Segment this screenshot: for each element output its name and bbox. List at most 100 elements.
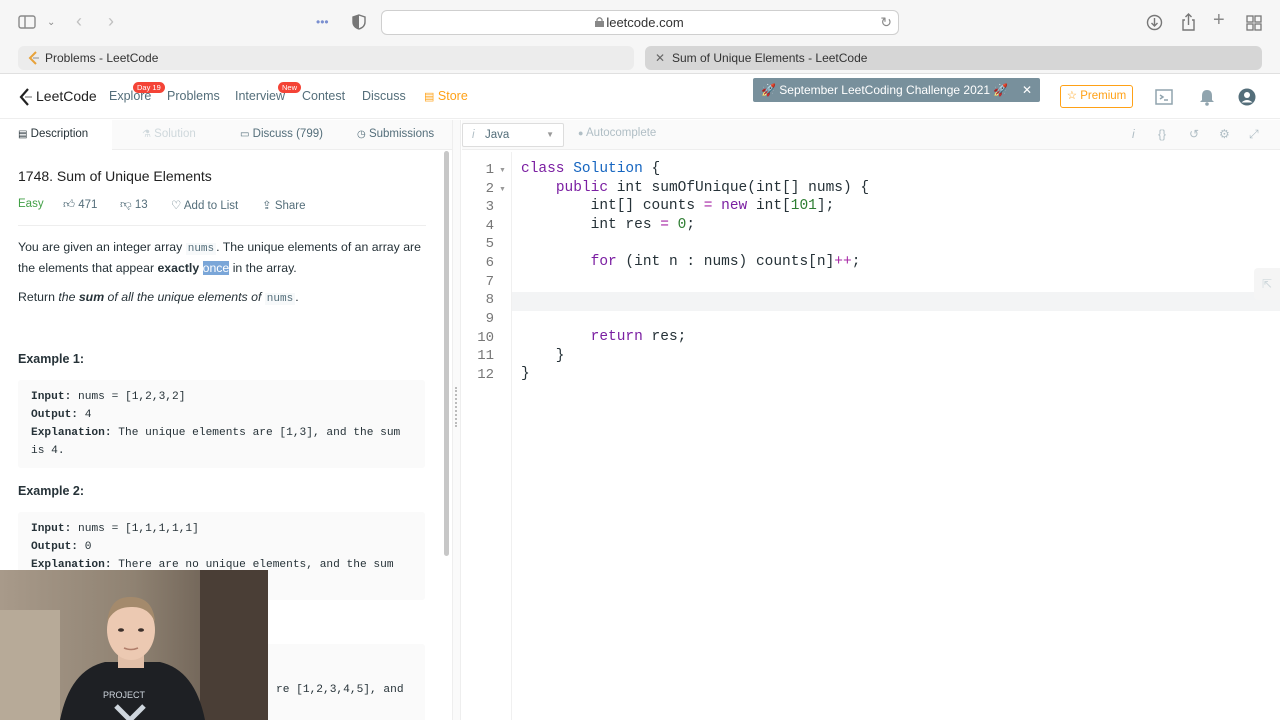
language-select[interactable]: i Java ▼ — [462, 123, 564, 147]
leetcode-navbar: LeetCode Explore Day 19 Problems Intervi… — [0, 75, 1280, 119]
tab-submissions[interactable]: ◷ Submissions — [357, 120, 434, 150]
browser-tab-sum-unique[interactable]: ✕ Sum of Unique Elements - LeetCode — [645, 46, 1262, 70]
line-number: 11 — [477, 348, 494, 364]
inline-code: nums — [264, 293, 296, 305]
example-1-box: Input: nums = [1,2,3,2] Output: 4 Explan… — [18, 380, 425, 468]
tab-discuss[interactable]: ▭ Discuss (799) — [240, 120, 323, 150]
add-to-list-label: Add to List — [183, 200, 239, 212]
reset-icon[interactable]: ↺ — [1189, 127, 1199, 141]
info-icon[interactable]: i — [1132, 127, 1135, 141]
browser-chrome: ⌄ ‹ › ••• leetcode.com ↻ + Problems - Le… — [0, 0, 1280, 74]
sidebar-toggle-icon[interactable] — [18, 15, 36, 33]
share-button[interactable]: ⇪ Share — [262, 198, 306, 212]
nav-problems[interactable]: Problems — [167, 89, 220, 103]
nav-interview[interactable]: Interview — [235, 89, 285, 103]
leetcode-logo-icon — [19, 88, 32, 106]
editor-toolbar: i Java ▼ ● Autocomplete i {} ↺ ⚙ ⤢ — [462, 120, 1280, 150]
back-icon[interactable]: ‹ — [76, 12, 82, 30]
editor-gutter: 1 ▼ 2 ▼ 3 4 5 6 7 8 9 10 11 12 — [462, 152, 512, 720]
challenge-banner[interactable]: 🚀 September LeetCoding Challenge 2021 🚀 … — [753, 78, 1040, 102]
inline-code: nums — [185, 243, 217, 255]
example-1-heading: Example 1: — [18, 352, 85, 366]
line-number: 12 — [477, 367, 494, 383]
line-number: 1 — [485, 162, 494, 178]
downloads-icon[interactable] — [1146, 14, 1163, 35]
description-scrollbar[interactable] — [444, 151, 449, 556]
language-label: Java — [485, 129, 510, 141]
thumbs-up-icon: 👍︎ — [63, 199, 76, 211]
tab-overview-icon[interactable] — [1246, 15, 1262, 35]
playground-icon[interactable] — [1155, 88, 1173, 106]
tab-description[interactable]: ▤ Description — [0, 120, 112, 150]
share-icon: ⇪ — [262, 200, 272, 212]
code-line-11: } — [521, 348, 565, 364]
settings-gear-icon[interactable]: ⚙ — [1219, 127, 1230, 141]
leetcode-favicon-icon — [28, 51, 39, 65]
code-line-4: int res = 0; — [521, 217, 696, 233]
url-text: leetcode.com — [606, 15, 684, 30]
share-label: Share — [274, 200, 306, 212]
like-count: 471 — [78, 199, 98, 211]
notifications-bell-icon[interactable] — [1198, 88, 1216, 106]
store-icon: ▤ — [424, 91, 435, 103]
tab-title: Sum of Unique Elements - LeetCode — [672, 51, 868, 65]
comment-icon: ▭ — [240, 129, 250, 140]
dislike-button[interactable]: 👎︎ 13 — [120, 198, 148, 212]
browser-tab-problems[interactable]: Problems - LeetCode — [18, 46, 634, 70]
code-line-6: for (int n : nums) counts[n]++; — [590, 254, 861, 270]
line-number: 7 — [485, 274, 494, 290]
fullscreen-icon[interactable]: ⤢ — [1249, 127, 1259, 142]
logo-text: LeetCode — [36, 88, 97, 104]
premium-button[interactable]: ☆ Premium — [1060, 85, 1133, 108]
thumbs-down-icon: 👎︎ — [120, 199, 132, 211]
banner-text: 🚀 September LeetCoding Challenge 2021 🚀 — [761, 83, 1009, 97]
add-to-list-button[interactable]: ♡ Add to List — [171, 198, 238, 212]
nav-store[interactable]: ▤ Store — [424, 89, 468, 103]
fold-arrow-icon[interactable]: ▼ — [499, 186, 506, 193]
problem-title: 1748. Sum of Unique Elements — [18, 168, 212, 184]
flask-icon: ⚗ — [142, 129, 151, 140]
close-tab-icon[interactable]: ✕ — [655, 46, 665, 70]
braces-icon[interactable]: {} — [1158, 127, 1166, 141]
chevron-down-icon[interactable]: ⌄ — [47, 15, 55, 31]
tab-label: Submissions — [368, 128, 435, 140]
difficulty-badge: Easy — [18, 198, 44, 210]
code-line-1: class Solution { — [521, 161, 661, 177]
problem-paragraph-1: You are given an integer array nums. The… — [18, 240, 421, 275]
svg-text:PROJECT: PROJECT — [103, 690, 146, 700]
new-tab-icon[interactable]: + — [1213, 10, 1225, 30]
share-icon[interactable] — [1181, 13, 1196, 35]
code-line-2: public int sumOfUnique(int[] nums) { — [555, 180, 870, 196]
fold-arrow-icon[interactable]: ▼ — [499, 167, 506, 174]
like-button[interactable]: 👍︎ 471 — [63, 198, 97, 212]
nav-discuss[interactable]: Discuss — [362, 89, 406, 103]
avatar-icon[interactable] — [1238, 88, 1256, 106]
tab-label: Description — [30, 128, 89, 140]
autocomplete-toggle[interactable]: ● Autocomplete — [578, 127, 656, 139]
nav-contest[interactable]: Contest — [302, 89, 345, 103]
dot-icon: ● — [578, 128, 584, 138]
example-2-heading: Example 2: — [18, 484, 85, 498]
privacy-shield-icon[interactable] — [352, 14, 366, 34]
new-badge: New — [278, 82, 302, 93]
code-line-12: } — [521, 366, 530, 382]
resize-handle-icon[interactable] — [455, 387, 457, 427]
divider — [18, 225, 426, 226]
extensions-icon[interactable]: ••• — [316, 14, 329, 30]
close-banner-icon[interactable]: ✕ — [1022, 78, 1032, 102]
line-number: 8 — [485, 292, 494, 308]
forward-icon[interactable]: › — [108, 12, 114, 30]
caret-down-icon: ▼ — [546, 130, 554, 139]
side-panel-toggle-icon[interactable]: ⇱ — [1254, 268, 1280, 300]
current-line-highlight — [512, 292, 1280, 311]
description-icon: ▤ — [18, 129, 28, 140]
tab-label: Discuss (799) — [252, 128, 323, 140]
tab-solution[interactable]: ⚗ Solution — [142, 120, 196, 150]
heart-icon: ♡ — [171, 200, 182, 212]
tab-label: Solution — [154, 128, 196, 140]
code-line-3: int[] counts = new int[101]; — [521, 198, 835, 214]
reload-icon[interactable]: ↻ — [880, 14, 892, 31]
webcam-overlay: PROJECT — [0, 570, 268, 720]
problem-tabs: ▤ Description ⚗ Solution ▭ Discuss (799)… — [0, 120, 455, 150]
address-bar[interactable]: leetcode.com ↻ — [381, 10, 899, 35]
